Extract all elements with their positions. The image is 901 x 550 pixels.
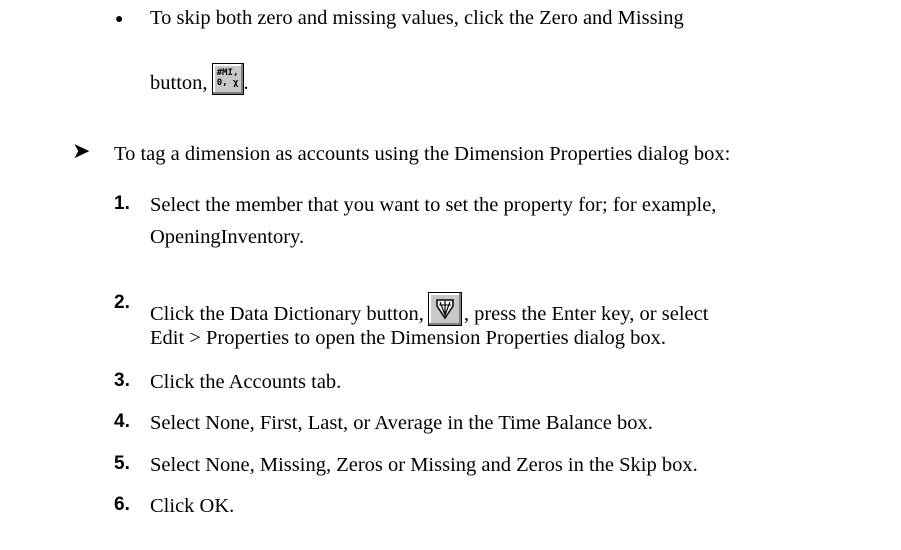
step-number: 1.	[114, 193, 130, 214]
step-2-line2: Edit > Properties to open the Dimension …	[150, 327, 667, 349]
bullet-dot: ●	[115, 12, 124, 27]
step-number: 6.	[114, 494, 130, 515]
step-1-line2: OpeningInventory.	[150, 226, 305, 248]
procedure-arrow-icon: ➤	[72, 139, 91, 164]
bullet-trailing-period: .	[243, 72, 249, 94]
data-dictionary-button-icon	[427, 292, 462, 326]
step-5-line1: Select None, Missing, Zeros or Missing a…	[150, 454, 698, 476]
bullet-text-line2: button, #MI, 0, χ.	[150, 63, 249, 95]
procedure-heading: To tag a dimension as accounts using the…	[114, 143, 731, 165]
bullet-button-text: button,	[150, 72, 208, 94]
step-6-line1: Click OK.	[150, 495, 235, 517]
bullet-text: To skip both zero and missing values, cl…	[150, 7, 684, 29]
step-number: 2.	[114, 292, 130, 313]
step-number: 3.	[114, 370, 130, 391]
step-4-line1: Select None, First, Last, or Average in …	[150, 412, 653, 434]
step-number: 4.	[114, 411, 130, 432]
step-3-line1: Click the Accounts tab.	[150, 371, 342, 393]
step-number: 5.	[114, 453, 130, 474]
bullet-text-line1: To skip both zero and missing values, cl…	[150, 6, 684, 30]
step-2-line1: Click the Data Dictionary button,, press…	[150, 292, 708, 326]
zero-missing-button-icon: #MI, 0, χ	[211, 63, 244, 95]
step-1-line1: Select the member that you want to set t…	[150, 194, 717, 216]
